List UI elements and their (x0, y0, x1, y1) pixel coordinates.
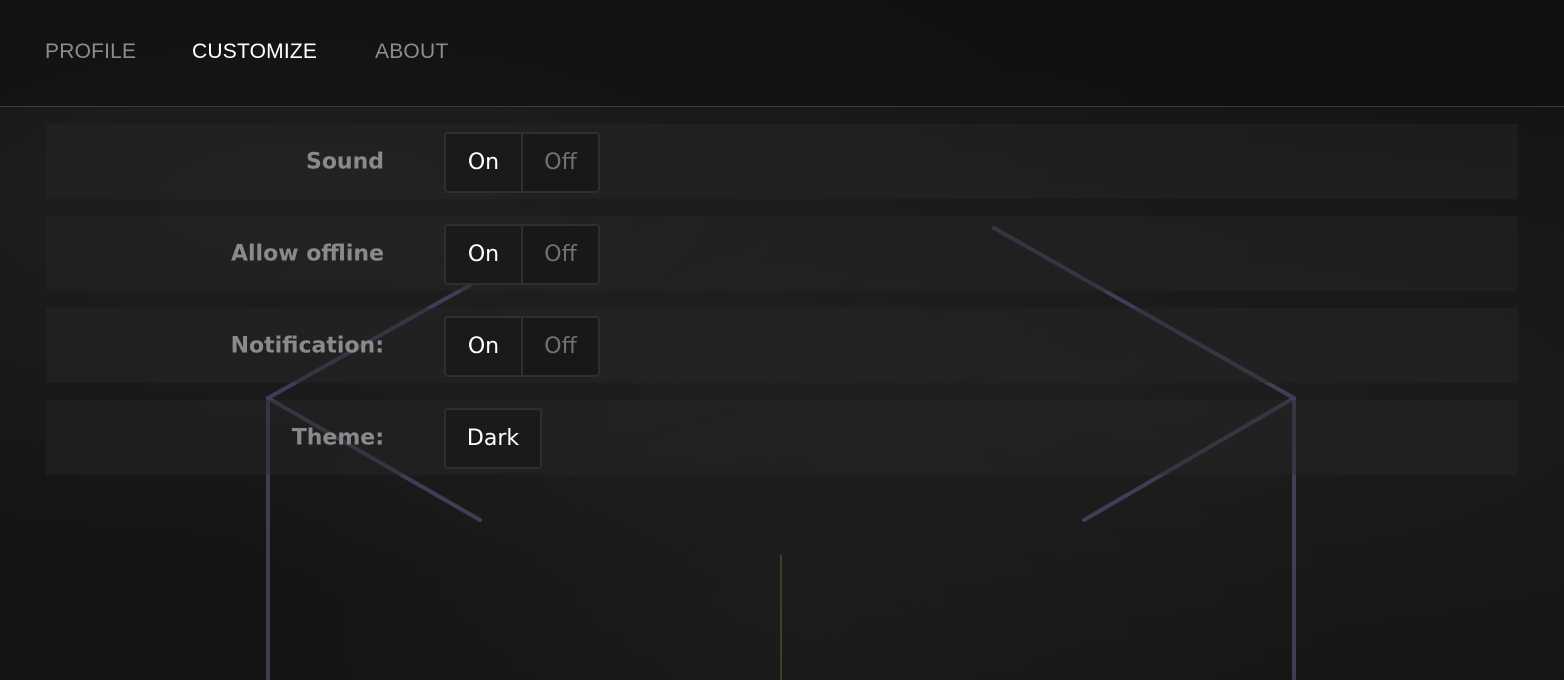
offline-off-button[interactable]: Off (523, 226, 598, 283)
sound-label: Sound (305, 149, 384, 174)
top-navigation: PROFILE CUSTOMIZE ABOUT (0, 0, 1564, 107)
offline-label: Allow offline (230, 241, 384, 266)
notification-toggle: On Off (444, 316, 600, 377)
notification-off-button[interactable]: Off (523, 318, 598, 375)
theme-button[interactable]: Dark (444, 408, 542, 469)
theme-label: Theme: (291, 425, 384, 450)
sound-on-button[interactable]: On (446, 134, 523, 191)
offline-on-button[interactable]: On (446, 226, 523, 283)
setting-row-sound: Sound On Off (46, 124, 1518, 199)
offline-toggle: On Off (444, 224, 600, 285)
sound-off-button[interactable]: Off (523, 134, 598, 191)
tab-customize[interactable]: CUSTOMIZE (192, 40, 317, 64)
notification-label: Notification: (230, 333, 384, 358)
tab-profile[interactable]: PROFILE (45, 40, 136, 64)
setting-row-notification: Notification: On Off (46, 308, 1518, 383)
setting-row-theme: Theme: Dark (46, 400, 1518, 475)
setting-row-offline: Allow offline On Off (46, 216, 1518, 291)
notification-on-button[interactable]: On (446, 318, 523, 375)
sound-toggle: On Off (444, 132, 600, 193)
tab-about[interactable]: ABOUT (375, 40, 448, 64)
